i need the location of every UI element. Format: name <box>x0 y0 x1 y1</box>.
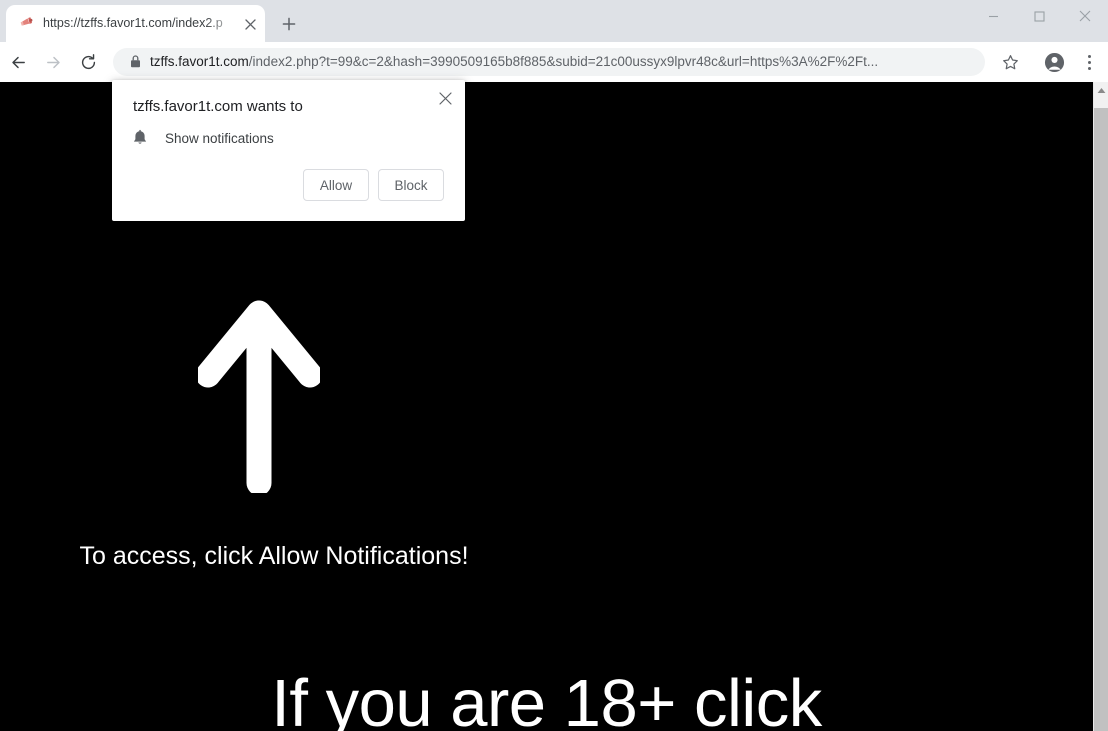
bookmark-star-icon[interactable] <box>996 48 1024 76</box>
close-button[interactable] <box>1062 0 1108 32</box>
menu-dot <box>1087 60 1091 64</box>
close-icon[interactable] <box>241 15 260 34</box>
browser-window: https://tzffs.favor1t.com/index2.p tzffs… <box>0 0 1108 731</box>
page-headline: To access, click Allow Notifications! <box>79 542 469 570</box>
permission-dialog-title: tzffs.favor1t.com wants to <box>133 98 303 115</box>
profile-avatar-icon[interactable] <box>1040 48 1068 76</box>
plus-icon <box>282 17 296 31</box>
permission-dialog-actions: Allow Block <box>133 169 444 201</box>
browser-toolbar: tzffs.favor1t.com/index2.php?t=99&c=2&ha… <box>0 42 1108 82</box>
menu-dot <box>1087 54 1091 58</box>
reload-button[interactable] <box>73 47 103 77</box>
three-dot-menu-icon[interactable] <box>1076 48 1102 76</box>
close-icon <box>1079 10 1091 22</box>
reload-icon <box>81 53 95 69</box>
back-arrow-icon <box>11 56 25 68</box>
permission-dialog-item-label: Show notifications <box>165 131 274 146</box>
forward-arrow-icon <box>46 56 60 68</box>
tab-strip: https://tzffs.favor1t.com/index2.p <box>0 0 1108 42</box>
address-bar-path: /index2.php?t=99&c=2&hash=3990509165b8f8… <box>248 54 879 69</box>
maximize-icon <box>1033 10 1045 22</box>
close-icon[interactable] <box>431 84 459 112</box>
forward-button <box>38 47 68 77</box>
new-tab-button[interactable] <box>274 10 304 38</box>
scrollbar-thumb[interactable] <box>1094 98 1108 108</box>
address-bar-host: tzffs.favor1t.com <box>150 54 249 69</box>
block-button[interactable]: Block <box>378 169 444 201</box>
page-scrollbar[interactable] <box>1093 82 1108 731</box>
page-subheadline: If you are 18+ click <box>271 666 822 731</box>
address-bar-url: tzffs.favor1t.com/index2.php?t=99&c=2&ha… <box>150 53 965 71</box>
notification-permission-dialog: tzffs.favor1t.com wants to Show notifica… <box>112 80 465 221</box>
maximize-button[interactable] <box>1016 0 1062 32</box>
menu-dot <box>1087 66 1091 70</box>
allow-button[interactable]: Allow <box>303 169 369 201</box>
minimize-button[interactable] <box>970 0 1016 32</box>
address-bar[interactable]: tzffs.favor1t.com/index2.php?t=99&c=2&ha… <box>113 48 985 76</box>
scroll-up-arrow-icon[interactable] <box>1094 82 1108 98</box>
megaphone-favicon <box>18 14 35 31</box>
up-arrow-icon <box>195 295 323 496</box>
back-button[interactable] <box>3 47 33 77</box>
tab-title: https://tzffs.favor1t.com/index2.p <box>43 16 223 30</box>
minimize-icon <box>988 15 998 17</box>
browser-tab[interactable]: https://tzffs.favor1t.com/index2.p <box>6 5 265 42</box>
lock-icon <box>129 54 145 70</box>
window-controls <box>970 0 1108 32</box>
bell-icon <box>131 129 149 147</box>
